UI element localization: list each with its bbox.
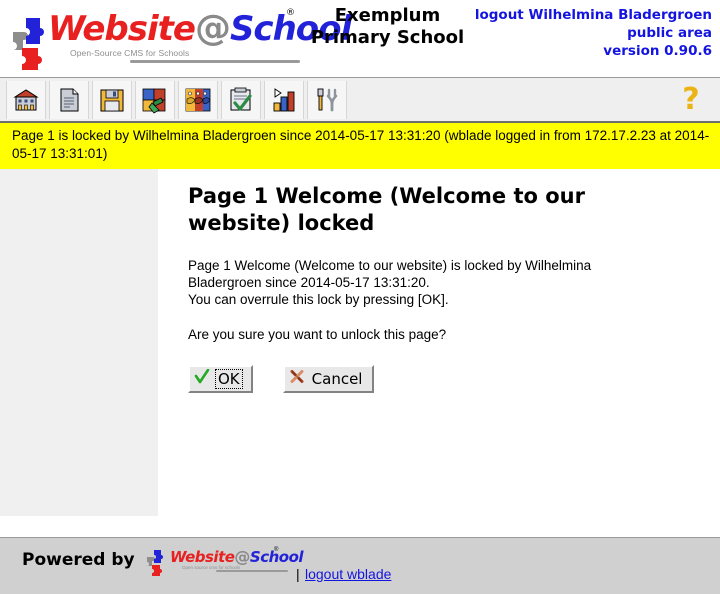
cancel-button[interactable]: Cancel <box>282 365 375 393</box>
modules-puzzle-icon <box>140 86 170 114</box>
sidebar <box>0 169 158 516</box>
powered-by-label: Powered by <box>22 550 135 570</box>
page-header: Website@School ® Open-Source CMS for Sch… <box>0 0 720 78</box>
toolbar-button-tasks[interactable] <box>221 81 261 119</box>
confirm-question: Are you sure you want to unlock this pag… <box>188 327 447 342</box>
toolbar-icon-group <box>6 81 347 119</box>
school-name-line1: Exemplum <box>334 5 441 26</box>
footer-separator: | <box>296 566 300 582</box>
checklist-icon <box>227 86 255 114</box>
footer-logo-registered-mark: ® <box>274 547 279 553</box>
school-name-line2: Primary School <box>310 27 465 48</box>
school-name: Exemplum Primary School <box>305 5 470 49</box>
header-area-label: public area <box>627 25 712 41</box>
page-footer: Powered by Website@School ® Open source … <box>0 537 720 594</box>
save-disk-icon <box>98 86 126 114</box>
main-toolbar: ? <box>0 78 720 123</box>
lock-description-line2: Bladergroen since 2014-05-17 13:31:20. <box>188 275 430 290</box>
content-area: Page 1 Welcome (Welcome to our website) … <box>0 169 720 516</box>
help-button[interactable]: ? <box>676 83 706 117</box>
footer-logo-word-website: Website <box>170 548 235 566</box>
site-logo[interactable]: Website@School ® Open-Source CMS for Sch… <box>10 6 352 72</box>
header-logout-link[interactable]: logout Wilhelmina Bladergroen <box>475 6 712 24</box>
header-user-info: logout Wilhelmina Bladergroen public are… <box>475 6 712 60</box>
toolbar-button-school[interactable] <box>6 81 46 119</box>
logo-registered-mark: ® <box>286 8 295 18</box>
page-title: Page 1 Welcome (Welcome to our website) … <box>188 184 585 235</box>
cancel-cross-icon <box>289 369 305 389</box>
question-mark-icon: ? <box>682 82 700 117</box>
toolbar-button-tools[interactable] <box>307 81 347 119</box>
footer-logout-link[interactable]: logout wblade <box>305 566 391 582</box>
footer-logo-wordmark: Website@School <box>170 547 304 567</box>
toolbar-button-statistics[interactable] <box>264 81 304 119</box>
statistics-chart-icon <box>270 86 298 114</box>
users-faces-icon <box>183 86 213 114</box>
lock-description: Page 1 Welcome (Welcome to our website) … <box>188 257 702 308</box>
cancel-button-label: Cancel <box>311 370 363 388</box>
main-panel: Page 1 Welcome (Welcome to our website) … <box>158 169 720 516</box>
confirm-question-block: Are you sure you want to unlock this pag… <box>188 326 702 343</box>
toolbar-button-pages[interactable] <box>49 81 89 119</box>
logo-word-website: Website <box>48 9 196 49</box>
checkmark-icon <box>194 368 210 389</box>
lock-description-line1: Page 1 Welcome (Welcome to our website) … <box>188 258 592 273</box>
footer-logo-underline-rule <box>216 570 288 572</box>
logo-word-at: @ <box>194 8 231 49</box>
footer-logo-word-at: @ <box>234 547 250 566</box>
school-icon <box>11 86 41 114</box>
ok-button[interactable]: OK <box>188 365 253 393</box>
lock-warning-message: Page 1 is locked by Wilhelmina Bladergro… <box>0 123 720 169</box>
lock-description-line3: You can overrule this lock by pressing [… <box>188 292 449 307</box>
toolbar-button-modules[interactable] <box>135 81 175 119</box>
ok-button-label: OK <box>215 369 243 389</box>
dialog-button-row: OK Cancel <box>188 365 702 393</box>
toolbar-button-save[interactable] <box>92 81 132 119</box>
logo-underline-rule <box>130 60 300 63</box>
toolbar-button-users[interactable] <box>178 81 218 119</box>
tools-icon <box>313 86 341 114</box>
header-version-label: version 0.90.6 <box>603 43 712 59</box>
logo-tagline: Open-Source CMS for Schools <box>70 48 190 58</box>
footer-site-logo[interactable]: Website@School ® Open source cms for sch… <box>146 547 304 580</box>
page-icon <box>56 86 82 114</box>
